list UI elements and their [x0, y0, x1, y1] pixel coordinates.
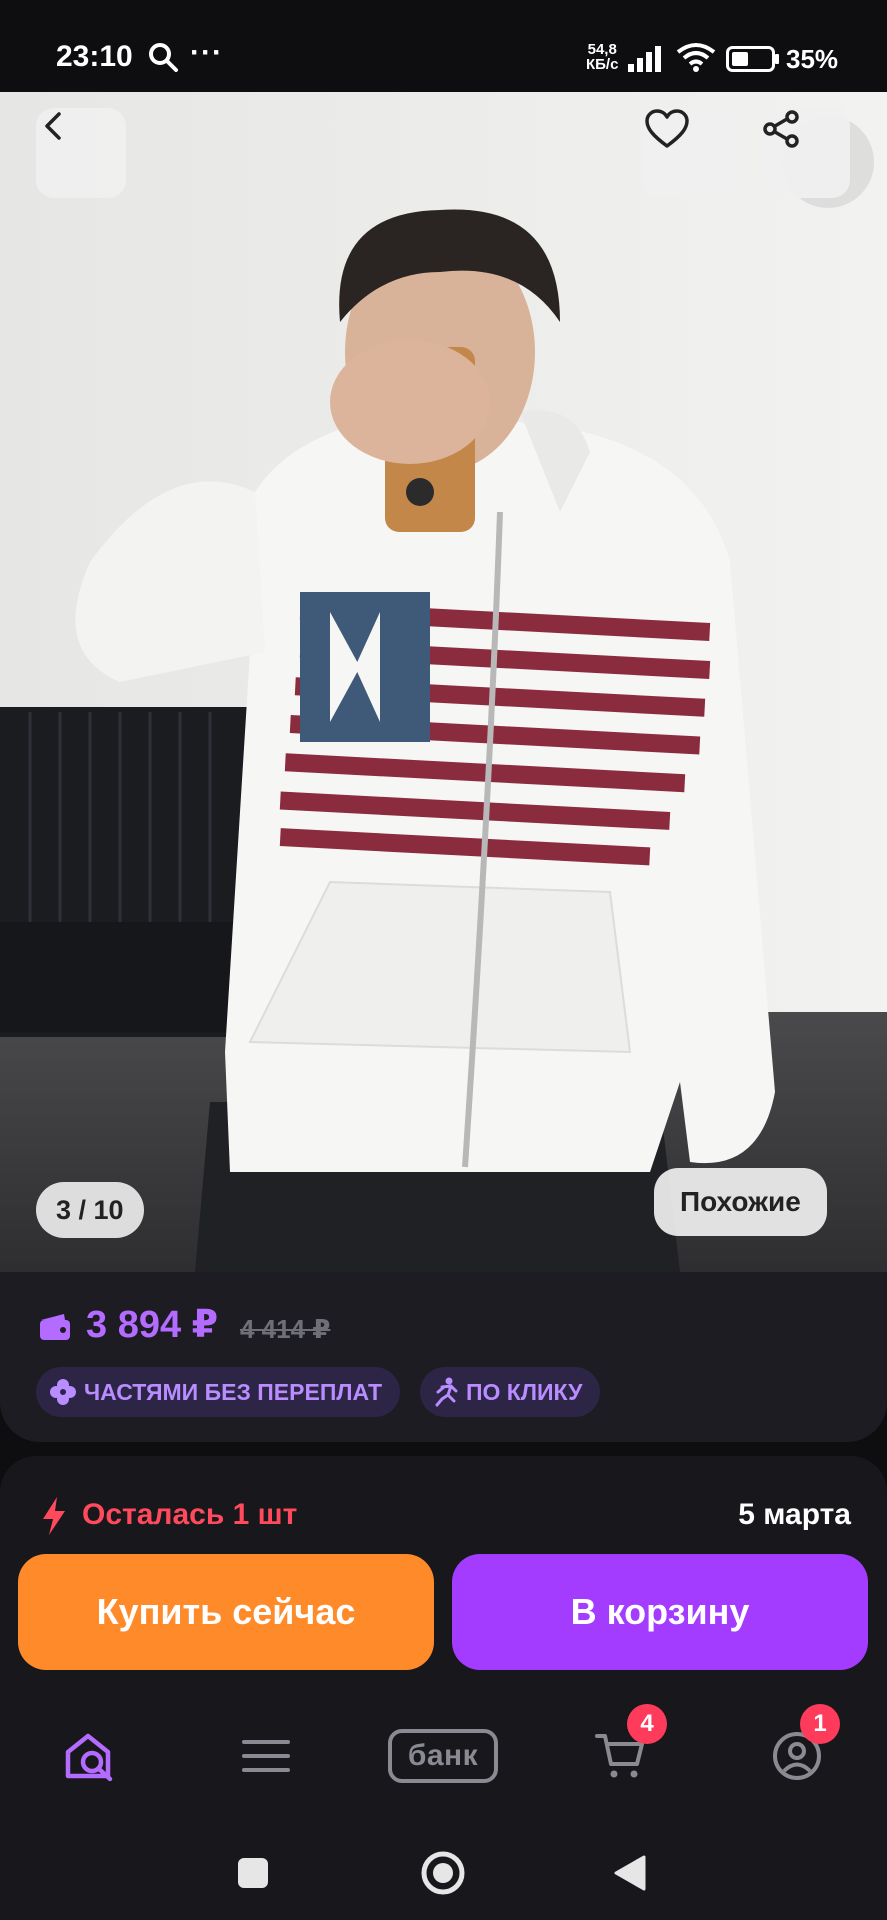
one-click-badge[interactable]: ПО КЛИКУ [420, 1367, 601, 1417]
buy-now-button[interactable]: Купить сейчас [18, 1554, 434, 1670]
system-nav-bar [0, 1842, 887, 1920]
one-click-label: ПО КЛИКУ [466, 1378, 583, 1405]
similar-button[interactable]: Похожие [654, 1168, 827, 1236]
back-button[interactable] [36, 108, 126, 198]
more-dots-icon: ··· [190, 36, 223, 69]
circle-icon [421, 1851, 465, 1895]
share-icon [763, 110, 799, 148]
old-price: 4 414 ₽ [240, 1314, 331, 1344]
running-person-icon [435, 1377, 458, 1407]
bank-label: банк [388, 1729, 498, 1783]
home-search-icon [65, 1733, 113, 1782]
product-photo[interactable]: 3 / 10 Похожие [0, 92, 887, 1272]
status-bar: 23:10 ··· 54,8 КБ/с 35% [0, 0, 887, 92]
menu-icon [242, 1740, 290, 1772]
installment-badge[interactable]: ЧАСТЯМИ БЕЗ ПЕРЕПЛАТ [36, 1367, 401, 1417]
recent-apps-button[interactable] [236, 1856, 270, 1895]
tab-bank[interactable]: банк [388, 1704, 498, 1808]
network-speed-unit: КБ/с [586, 56, 619, 73]
tab-catalog[interactable] [211, 1704, 321, 1808]
status-time: 23:10 [56, 40, 133, 73]
share-button[interactable] [760, 108, 850, 198]
chevron-left-icon [45, 112, 61, 140]
square-icon [238, 1858, 268, 1888]
favorite-button[interactable] [644, 108, 734, 198]
tab-cart[interactable]: 4 [565, 1704, 675, 1808]
network-speed: 54,8 КБ/с [586, 42, 618, 72]
delivery-date: 5 марта [738, 1498, 851, 1531]
product-image [0, 92, 887, 1272]
battery-percent: 35% [786, 44, 839, 74]
triangle-back-icon [614, 1855, 646, 1891]
bottom-sheet: Осталась 1 шт 5 марта Купить сейчас В ко… [0, 1456, 887, 1920]
tab-bar: банк 4 1 [0, 1704, 887, 1808]
battery-icon [726, 46, 780, 77]
stock-left: Осталась 1 шт [82, 1498, 298, 1531]
signal-icon [628, 44, 668, 77]
gallery-counter: 3 / 10 [36, 1182, 144, 1238]
tab-profile[interactable]: 1 [742, 1704, 852, 1808]
network-speed-value: 54,8 [587, 41, 617, 58]
wifi-icon [676, 42, 716, 77]
current-price: 3 894 ₽ [86, 1304, 219, 1346]
cart-count-badge: 4 [627, 1704, 667, 1744]
price-card: 3 894 ₽ 4 414 ₽ ЧАСТЯМИ БЕЗ ПЕРЕПЛАТ ПО … [0, 1272, 887, 1442]
add-to-cart-button[interactable]: В корзину [452, 1554, 868, 1670]
clover-icon [50, 1379, 76, 1405]
lightning-icon [40, 1496, 68, 1541]
heart-icon [645, 109, 689, 148]
home-button[interactable] [420, 1850, 466, 1901]
tab-home[interactable] [35, 1704, 145, 1808]
search-icon [148, 42, 178, 77]
wallet-icon [38, 1312, 72, 1347]
installment-label: ЧАСТЯМИ БЕЗ ПЕРЕПЛАТ [84, 1378, 383, 1405]
back-nav-button[interactable] [612, 1854, 648, 1897]
profile-notification-badge: 1 [800, 1704, 840, 1744]
